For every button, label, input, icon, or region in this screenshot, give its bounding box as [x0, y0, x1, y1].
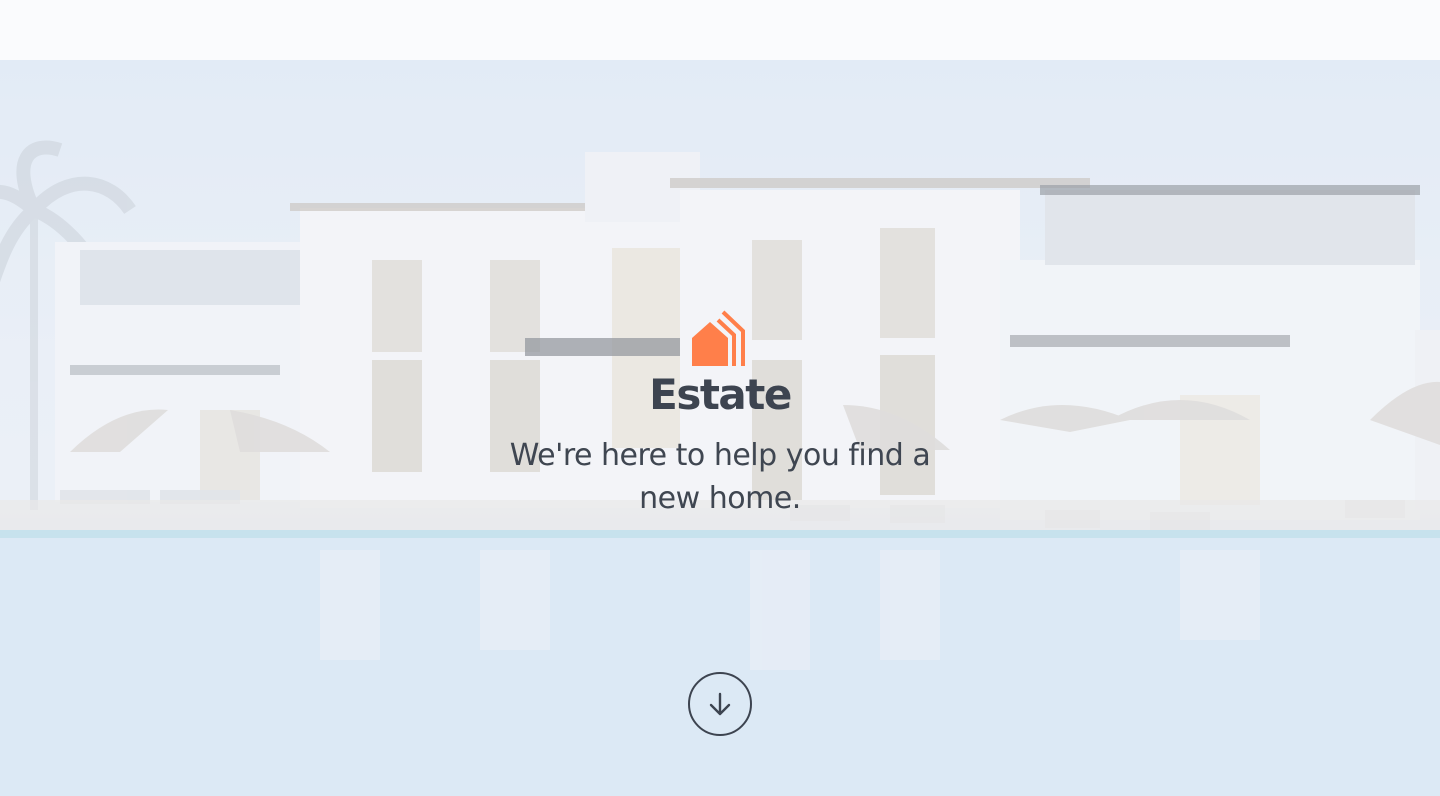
- hero-section: Estate We're here to help you find a new…: [0, 60, 1440, 796]
- house-lines-icon: [692, 310, 745, 366]
- top-navigation-bar: [0, 0, 1440, 60]
- hero-content: Estate We're here to help you find a new…: [0, 310, 1440, 520]
- brand-name: Estate: [649, 370, 792, 419]
- scroll-down-button[interactable]: [688, 672, 752, 736]
- hero-tagline: We're here to help you find a new home.: [509, 438, 931, 516]
- arrow-down-icon: [709, 692, 731, 716]
